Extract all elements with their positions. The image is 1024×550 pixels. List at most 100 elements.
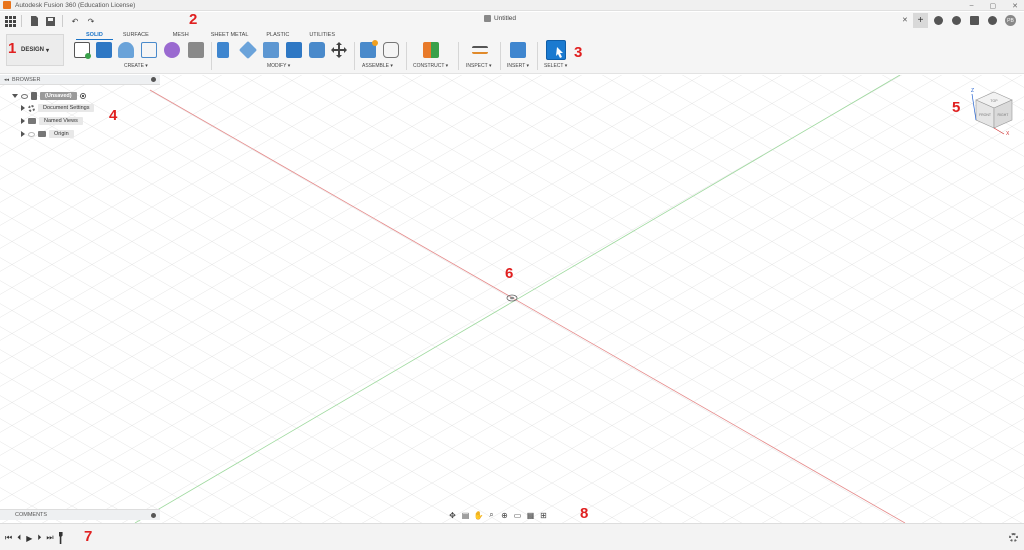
zoom-icon[interactable]: ⌕ xyxy=(487,510,496,520)
timeline-next-button[interactable]: ⏵ xyxy=(37,533,41,543)
move-icon[interactable] xyxy=(331,42,347,58)
folder-icon xyxy=(28,118,36,124)
modify-menu[interactable]: MODIFY ▾ xyxy=(267,63,290,69)
visibility-eye-icon[interactable] xyxy=(21,93,28,99)
tab-solid[interactable]: SOLID xyxy=(76,31,113,40)
measure-icon[interactable] xyxy=(472,46,488,54)
view-cube[interactable]: TOP FRONT RIGHT Z X xyxy=(970,88,1018,137)
canvas-viewport[interactable] xyxy=(0,75,1024,523)
job-status-icon[interactable] xyxy=(949,13,964,28)
new-tab-button[interactable]: + xyxy=(913,13,928,28)
tab-surface[interactable]: SURFACE xyxy=(113,31,159,40)
divider xyxy=(458,42,459,70)
notifications-icon[interactable] xyxy=(967,13,982,28)
user-avatar[interactable]: PB xyxy=(1003,13,1018,28)
box-icon[interactable] xyxy=(188,42,204,58)
minimize-button[interactable]: – xyxy=(970,2,974,9)
extensions-icon[interactable] xyxy=(931,13,946,28)
display-settings-icon[interactable]: ▭ xyxy=(513,511,522,520)
comments-panel-header[interactable]: COMMENTS xyxy=(0,509,160,520)
timeline-last-button[interactable]: ⏭ xyxy=(46,533,53,543)
fillet-icon[interactable] xyxy=(238,40,258,60)
callout-5: 5 xyxy=(952,99,961,116)
divider xyxy=(62,15,63,27)
browser-item-origin[interactable]: Origin xyxy=(21,130,74,138)
callout-3: 3 xyxy=(574,44,583,61)
root-label: (Unsaved) xyxy=(40,92,77,100)
header-right-tools: + PB xyxy=(913,13,1018,28)
undo-icon[interactable]: ↶ xyxy=(70,16,80,26)
visibility-eye-icon[interactable] xyxy=(28,131,35,137)
orbit-icon[interactable]: ✥ xyxy=(448,511,457,520)
pin-icon[interactable] xyxy=(151,513,156,518)
file-menu-icon[interactable] xyxy=(29,16,39,26)
close-tab-button[interactable]: ✕ xyxy=(902,16,908,24)
expand-triangle-icon[interactable] xyxy=(12,94,18,98)
expand-triangle-icon[interactable] xyxy=(21,131,25,137)
revolve-icon[interactable] xyxy=(118,42,134,58)
expand-triangle-icon[interactable] xyxy=(21,118,25,124)
create-menu[interactable]: CREATE ▾ xyxy=(124,63,148,69)
tab-utilities[interactable]: UTILITIES xyxy=(299,31,345,40)
callout-1: 1 xyxy=(8,40,17,57)
document-tab[interactable]: Untitled xyxy=(484,15,516,22)
sweep-icon[interactable] xyxy=(141,42,157,58)
restore-button[interactable]: ▢ xyxy=(990,2,997,10)
fit-zoom-icon[interactable]: ⊕ xyxy=(500,511,509,520)
browser-item-document-settings[interactable]: Document Settings xyxy=(21,104,95,112)
fusion-logo-icon xyxy=(3,1,11,9)
pin-icon[interactable] xyxy=(151,77,156,82)
tab-plastic[interactable]: PLASTIC xyxy=(256,31,299,40)
timeline-prev-button[interactable]: ⏴ xyxy=(17,533,21,543)
insert-image-icon[interactable] xyxy=(510,42,526,58)
joint-icon[interactable] xyxy=(383,42,399,58)
z-axis-indicator xyxy=(971,93,977,121)
browser-item-named-views[interactable]: Named Views xyxy=(21,117,83,125)
expand-triangle-icon[interactable] xyxy=(21,105,25,111)
help-icon[interactable] xyxy=(985,13,1000,28)
combine-icon[interactable] xyxy=(309,42,325,58)
new-component-icon[interactable] xyxy=(360,40,378,58)
select-menu[interactable]: SELECT ▾ xyxy=(544,63,567,69)
divider xyxy=(500,42,501,70)
close-window-button[interactable]: ✕ xyxy=(1012,2,1018,10)
collapse-arrows-icon[interactable]: ◂◂ xyxy=(4,77,9,83)
grid-snap-icon[interactable]: ▦ xyxy=(526,511,535,520)
timeline-marker-icon[interactable] xyxy=(58,532,63,544)
ribbon-toolbar: DESIGN ▾ SOLID SURFACE MESH SHEET METAL … xyxy=(0,30,1024,74)
assemble-menu[interactable]: ASSEMBLE ▾ xyxy=(362,63,393,69)
construct-menu[interactable]: CONSTRUCT ▾ xyxy=(413,63,448,69)
window-title: Autodesk Fusion 360 (Education License) xyxy=(15,1,136,9)
offset-plane-icon[interactable] xyxy=(423,42,439,58)
save-icon[interactable] xyxy=(45,16,55,26)
tab-mesh[interactable]: MESH xyxy=(159,31,203,40)
viewports-icon[interactable]: ⊞ xyxy=(539,511,548,520)
create-sketch-icon[interactable] xyxy=(74,42,91,59)
pan-hand-icon[interactable]: ✋ xyxy=(474,511,484,520)
divider xyxy=(406,42,407,70)
data-panel-grid-icon[interactable] xyxy=(3,14,17,28)
title-bar: Autodesk Fusion 360 (Education License) … xyxy=(0,0,1024,11)
tab-sheet-metal[interactable]: SHEET METAL xyxy=(203,31,257,40)
browser-title: BROWSER xyxy=(12,76,41,83)
loft-icon[interactable] xyxy=(164,42,180,58)
press-pull-icon[interactable] xyxy=(217,42,229,58)
look-at-icon[interactable]: ▤ xyxy=(461,511,470,520)
browser-root-node[interactable]: (Unsaved) xyxy=(12,92,86,100)
timeline-first-button[interactable]: ⏮ xyxy=(5,533,12,543)
active-radio-icon[interactable] xyxy=(79,93,86,99)
divider xyxy=(21,15,22,27)
timeline-play-button[interactable]: ▶ xyxy=(26,534,32,543)
chamfer-icon[interactable] xyxy=(263,42,279,58)
inspect-menu[interactable]: INSPECT ▾ xyxy=(466,63,491,69)
timeline-settings-gear-icon[interactable] xyxy=(1009,533,1018,542)
redo-icon[interactable]: ↷ xyxy=(86,16,96,26)
browser-header[interactable]: ◂◂ BROWSER xyxy=(0,75,160,85)
select-icon[interactable] xyxy=(546,40,566,60)
divider xyxy=(211,42,212,70)
insert-menu[interactable]: INSERT ▾ xyxy=(507,63,529,69)
callout-6: 6 xyxy=(505,265,514,282)
extrude-icon[interactable] xyxy=(96,42,112,58)
shell-icon[interactable] xyxy=(286,42,302,58)
callout-2: 2 xyxy=(189,11,198,28)
